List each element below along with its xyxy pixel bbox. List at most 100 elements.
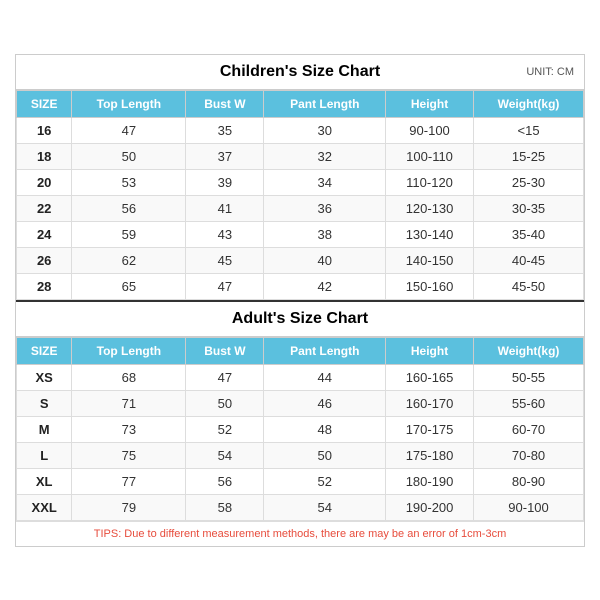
children-col-bust: Bust W (186, 90, 264, 117)
table-cell: 16 (17, 117, 72, 143)
table-row: 24594338130-14035-40 (17, 221, 584, 247)
table-cell: 77 (72, 468, 186, 494)
table-cell: S (17, 390, 72, 416)
table-cell: 65 (72, 273, 186, 299)
table-cell: 160-170 (386, 390, 474, 416)
adults-table: SIZE Top Length Bust W Pant Length Heigh… (16, 337, 584, 521)
table-cell: XL (17, 468, 72, 494)
table-cell: 24 (17, 221, 72, 247)
table-cell: 45-50 (474, 273, 584, 299)
table-cell: 58 (186, 494, 264, 520)
table-cell: 36 (264, 195, 386, 221)
table-cell: 50 (72, 143, 186, 169)
table-cell: 35 (186, 117, 264, 143)
table-cell: 54 (264, 494, 386, 520)
size-chart-container: Children's Size Chart UNIT: CM SIZE Top … (15, 54, 585, 547)
table-cell: 73 (72, 416, 186, 442)
table-cell: 22 (17, 195, 72, 221)
table-cell: 37 (186, 143, 264, 169)
children-header-row: SIZE Top Length Bust W Pant Length Heigh… (17, 90, 584, 117)
children-col-top-length: Top Length (72, 90, 186, 117)
table-cell: 39 (186, 169, 264, 195)
adults-chart-title: Adult's Size Chart (232, 310, 368, 327)
table-cell: 30-35 (474, 195, 584, 221)
table-cell: 50-55 (474, 364, 584, 390)
table-cell: 46 (264, 390, 386, 416)
table-row: L755450175-18070-80 (17, 442, 584, 468)
table-cell: 28 (17, 273, 72, 299)
table-cell: 100-110 (386, 143, 474, 169)
adults-col-top-length: Top Length (72, 337, 186, 364)
tips-text: TIPS: Due to different measurement metho… (94, 528, 506, 540)
table-row: XS684744160-16550-55 (17, 364, 584, 390)
table-cell: 180-190 (386, 468, 474, 494)
table-cell: 130-140 (386, 221, 474, 247)
adults-col-size: SIZE (17, 337, 72, 364)
adults-col-bust: Bust W (186, 337, 264, 364)
table-cell: 120-130 (386, 195, 474, 221)
children-col-height: Height (386, 90, 474, 117)
children-col-weight: Weight(kg) (474, 90, 584, 117)
adults-header-row: SIZE Top Length Bust W Pant Length Heigh… (17, 337, 584, 364)
table-cell: 110-120 (386, 169, 474, 195)
table-row: 28654742150-16045-50 (17, 273, 584, 299)
table-cell: 41 (186, 195, 264, 221)
table-cell: 38 (264, 221, 386, 247)
table-row: M735248170-17560-70 (17, 416, 584, 442)
table-cell: 50 (264, 442, 386, 468)
table-cell: 32 (264, 143, 386, 169)
table-cell: 43 (186, 221, 264, 247)
table-row: 26624540140-15040-45 (17, 247, 584, 273)
table-cell: M (17, 416, 72, 442)
table-row: XL775652180-19080-90 (17, 468, 584, 494)
table-row: 22564136120-13030-35 (17, 195, 584, 221)
children-col-size: SIZE (17, 90, 72, 117)
table-cell: 26 (17, 247, 72, 273)
table-cell: 90-100 (474, 494, 584, 520)
table-cell: 150-160 (386, 273, 474, 299)
table-cell: 18 (17, 143, 72, 169)
table-cell: 34 (264, 169, 386, 195)
table-cell: 30 (264, 117, 386, 143)
table-cell: 44 (264, 364, 386, 390)
table-row: XXL795854190-20090-100 (17, 494, 584, 520)
table-cell: 52 (186, 416, 264, 442)
children-chart-title: Children's Size Chart (220, 63, 380, 81)
table-cell: 80-90 (474, 468, 584, 494)
table-cell: 62 (72, 247, 186, 273)
table-cell: XS (17, 364, 72, 390)
table-row: 18503732100-11015-25 (17, 143, 584, 169)
table-cell: <15 (474, 117, 584, 143)
table-row: S715046160-17055-60 (17, 390, 584, 416)
adults-col-height: Height (386, 337, 474, 364)
table-cell: 70-80 (474, 442, 584, 468)
adults-title-row: Adult's Size Chart (16, 300, 584, 337)
table-cell: 59 (72, 221, 186, 247)
table-cell: 54 (186, 442, 264, 468)
table-cell: 75 (72, 442, 186, 468)
table-cell: 190-200 (386, 494, 474, 520)
table-row: 20533934110-12025-30 (17, 169, 584, 195)
table-cell: 40 (264, 247, 386, 273)
children-title-row: Children's Size Chart UNIT: CM (16, 55, 584, 90)
table-cell: 60-70 (474, 416, 584, 442)
table-cell: 90-100 (386, 117, 474, 143)
table-cell: 48 (264, 416, 386, 442)
table-cell: 56 (72, 195, 186, 221)
table-cell: 50 (186, 390, 264, 416)
table-cell: 160-165 (386, 364, 474, 390)
table-cell: 175-180 (386, 442, 474, 468)
table-cell: 71 (72, 390, 186, 416)
table-cell: 40-45 (474, 247, 584, 273)
children-table: SIZE Top Length Bust W Pant Length Heigh… (16, 90, 584, 300)
table-cell: 47 (186, 273, 264, 299)
adults-col-pant: Pant Length (264, 337, 386, 364)
table-cell: 68 (72, 364, 186, 390)
table-cell: 56 (186, 468, 264, 494)
table-cell: 45 (186, 247, 264, 273)
table-cell: 79 (72, 494, 186, 520)
table-cell: 55-60 (474, 390, 584, 416)
table-cell: L (17, 442, 72, 468)
table-cell: 25-30 (474, 169, 584, 195)
table-cell: 53 (72, 169, 186, 195)
